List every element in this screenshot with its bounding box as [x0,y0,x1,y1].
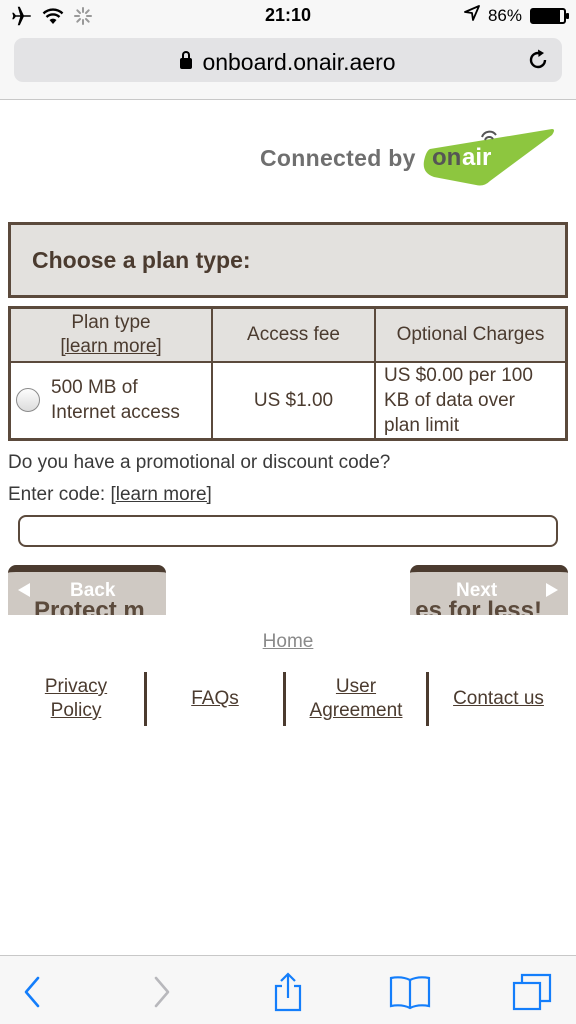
battery-level [532,9,560,22]
url-display[interactable]: onboard.onair.aero [14,49,562,76]
svg-text:air: air [462,144,491,171]
contact-us-link[interactable]: Contact us [429,672,568,726]
plan-type-header: Choose a plan type: [8,222,568,298]
optional-line3: plan limit [384,415,459,436]
forward-icon[interactable] [140,970,184,1014]
column-header-optional-charges: Optional Charges [396,324,545,345]
lock-icon [180,51,193,69]
battery-icon [530,7,569,24]
privacy-line2: Policy [50,700,102,721]
plan-radio-button[interactable] [16,388,40,412]
optional-line2: KB of data over [384,390,515,411]
column-header-plan-type: Plan type [learn more] [11,309,213,361]
column-header-access-fee: Access fee [213,309,376,361]
next-button-background-text: es for less! [415,597,542,615]
browser-header: onboard.onair.aero [0,32,576,100]
status-right: 86% [464,5,569,26]
connected-by-onair-logo: Connected by on air [258,125,558,195]
promo-learn-more-link[interactable]: [learn more] [110,484,211,505]
back-icon[interactable] [10,970,54,1014]
privacy-line1: Privacy [44,676,108,697]
next-button[interactable]: Next es for less! [410,565,568,615]
tabs-icon[interactable] [510,970,554,1014]
plan-name-line2: Internet access [51,402,180,423]
table-header-row: Plan type [learn more] Access fee Option… [11,309,565,363]
user-agreement-line2: Agreement [309,700,403,721]
enter-code-row: Enter code: [learn more] [8,484,212,506]
footer-links: Privacy Policy FAQs User Agreement Conta… [8,672,568,726]
plan-type-learn-more-link[interactable]: [learn more] [60,335,161,359]
optional-line1: US $0.00 per 100 [384,365,533,386]
plan-fee: US $1.00 [213,363,376,438]
plan-type-label: Plan type [71,312,151,333]
onair-logo-mark: on air [423,129,554,186]
plan-name: 500 MB of Internet access [51,375,180,425]
back-arrow-icon [18,583,30,597]
promo-code-input[interactable] [18,515,558,547]
plan-cell: 500 MB of Internet access [11,363,213,438]
logo-caption: Connected by [260,145,416,171]
plan-type-title: Choose a plan type: [32,247,251,273]
home-link[interactable]: Home [0,631,576,653]
faqs-link[interactable]: FAQs [147,672,283,726]
back-button-background-text: Protect m [34,597,145,615]
enter-code-label: Enter code: [8,484,106,505]
svg-text:on: on [432,144,461,171]
browser-toolbar [0,955,576,1024]
next-arrow-icon [546,583,558,597]
user-agreement-link[interactable]: User Agreement [286,672,426,726]
share-icon[interactable] [266,970,310,1014]
location-arrow-icon [464,5,480,26]
plan-optional-charges: US $0.00 per 100 KB of data over plan li… [376,363,565,438]
address-bar[interactable]: onboard.onair.aero [14,38,562,82]
user-agreement-line1: User [335,676,377,697]
page: 21:10 86% onboard.onair.aero Connected b… [0,0,576,1024]
plan-name-line1: 500 MB of [51,377,138,398]
privacy-policy-link[interactable]: Privacy Policy [8,672,144,726]
back-button[interactable]: Back Protect m [8,565,166,615]
bookmarks-icon[interactable] [388,970,432,1014]
reload-icon[interactable] [526,48,550,77]
plan-table: Plan type [learn more] Access fee Option… [8,306,568,441]
promo-question: Do you have a promotional or discount co… [8,452,391,473]
table-row[interactable]: 500 MB of Internet access US $1.00 US $0… [11,363,565,438]
url-text: onboard.onair.aero [202,49,396,75]
status-bar: 21:10 86% [0,0,576,32]
battery-percent: 86% [487,5,522,25]
